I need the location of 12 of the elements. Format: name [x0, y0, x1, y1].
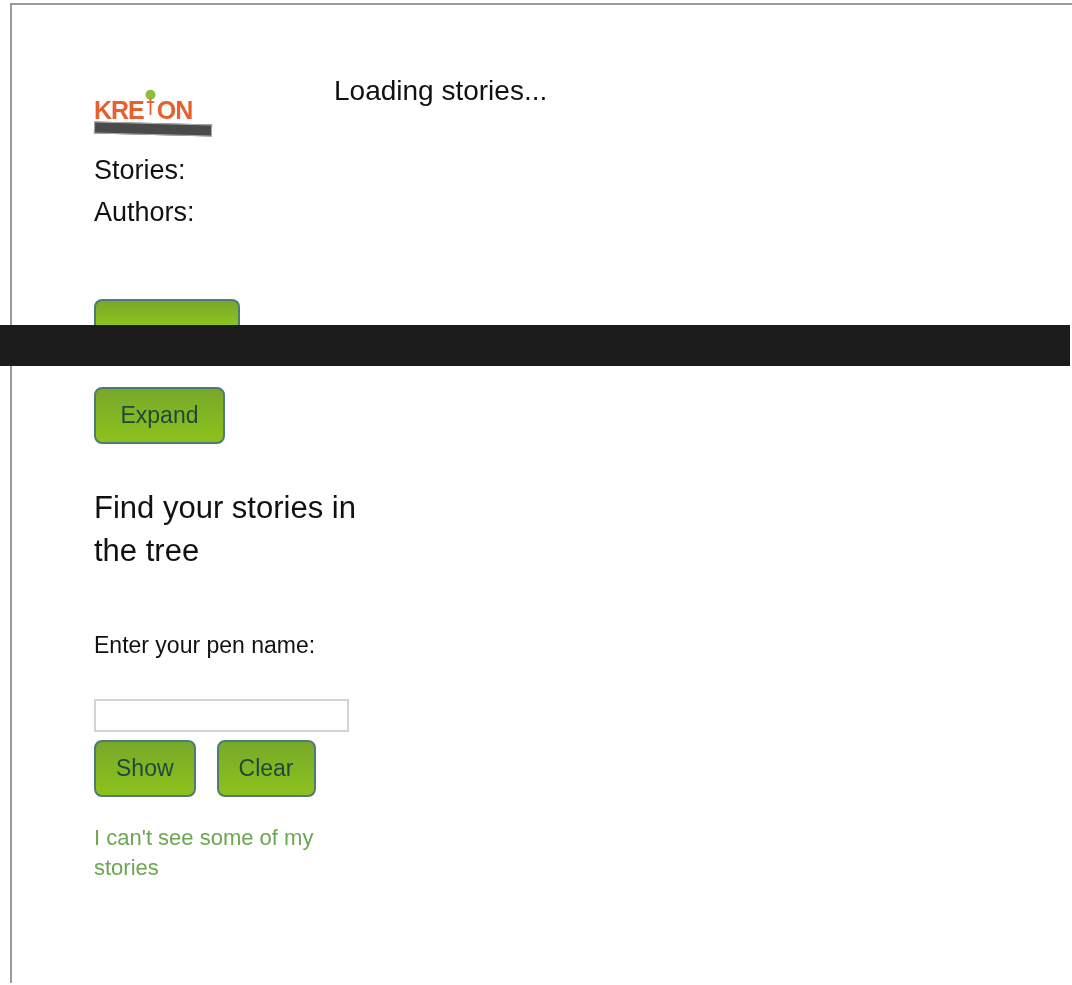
- logo: KRE ON: [94, 83, 212, 135]
- button[interactable]: Clear: [216, 740, 316, 797]
- help-link[interactable]: I can't see some of my stories: [94, 823, 364, 883]
- loading-text: Loading stories...: [334, 75, 548, 108]
- expand-button[interactable]: Expand: [94, 387, 225, 444]
- heading: Find your stories in the tree: [94, 489, 357, 570]
- field-label: Enter your pen name:: [94, 632, 316, 659]
- button[interactable]: Show: [94, 740, 196, 797]
- partial-button[interactable]: [94, 299, 240, 325]
- pen-name-field[interactable]: [94, 699, 349, 732]
- count-label: Stories:: [94, 154, 187, 187]
- count-label: Authors:: [94, 196, 196, 229]
